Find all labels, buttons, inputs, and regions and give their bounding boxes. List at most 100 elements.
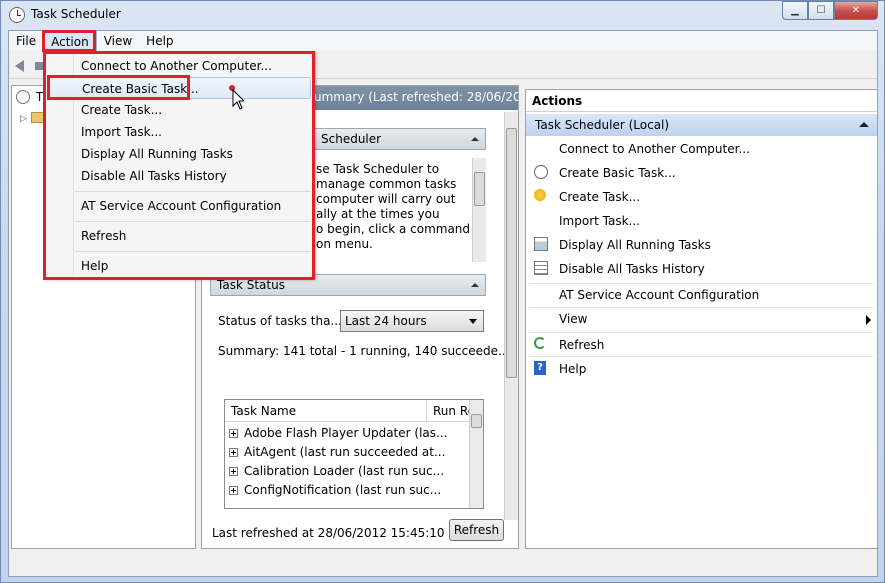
menu-file[interactable]: File xyxy=(9,31,43,51)
action-label: Help xyxy=(559,362,587,376)
action-at-service[interactable]: AT Service Account Configuration xyxy=(526,284,877,306)
menu-item-create-basic-task[interactable]: Create Basic Task... xyxy=(47,77,311,99)
scroll-thumb[interactable] xyxy=(474,172,485,206)
action-label: Import Task... xyxy=(559,214,640,228)
task-name: AitAgent (last run succeeded at... xyxy=(244,445,446,459)
menu-action[interactable]: Action xyxy=(43,31,97,51)
refresh-icon xyxy=(534,337,546,349)
task-name: Adobe Flash Player Updater (las... xyxy=(244,426,448,440)
overview-line: se Task Scheduler to xyxy=(316,162,440,176)
refresh-button[interactable]: Refresh xyxy=(449,519,504,541)
menu-item-at-service[interactable]: AT Service Account Configuration xyxy=(47,195,311,217)
action-display-running[interactable]: Display All Running Tasks xyxy=(526,234,877,256)
column-header-run-result[interactable]: Run Re xyxy=(427,400,471,422)
maximize-button[interactable]: ☐ xyxy=(808,1,834,20)
list-window-icon xyxy=(534,237,548,251)
menu-item-import-task[interactable]: Import Task... xyxy=(47,121,311,143)
menu-item-disable-history[interactable]: Disable All Tasks History xyxy=(47,165,311,187)
action-dropdown-menu: Connect to Another Computer... Create Ba… xyxy=(44,51,314,278)
clock-icon xyxy=(9,7,25,23)
column-header-task-name[interactable]: Task Name xyxy=(225,400,427,422)
table-row[interactable]: Calibration Loader (last run suc... xyxy=(229,464,444,478)
clock-icon xyxy=(16,90,30,104)
action-label: Create Task... xyxy=(559,190,641,204)
status-label: Status of tasks tha... xyxy=(218,314,342,328)
actions-title: Actions xyxy=(526,90,877,112)
overview-line: o begin, click a command xyxy=(316,222,471,236)
menu-separator xyxy=(75,191,311,192)
task-summary: Summary: 141 total - 1 running, 140 succ… xyxy=(218,344,510,358)
menu-item-connect[interactable]: Connect to Another Computer... xyxy=(47,55,311,77)
tree-item-root[interactable]: T xyxy=(16,90,43,104)
separator xyxy=(530,356,873,357)
tree-item-library[interactable]: ▷ xyxy=(20,110,45,124)
close-button[interactable]: ✕ xyxy=(834,1,878,20)
collapse-icon[interactable] xyxy=(471,137,479,141)
menu-view[interactable]: View xyxy=(97,31,139,51)
dropdown-arrow-icon xyxy=(469,319,477,324)
click-marker xyxy=(229,85,235,91)
expand-plus-icon[interactable] xyxy=(229,429,238,438)
menu-item-refresh[interactable]: Refresh xyxy=(47,225,311,247)
table-row[interactable]: Adobe Flash Player Updater (las... xyxy=(229,426,447,440)
overview-scrollbar[interactable] xyxy=(472,158,486,262)
actions-pane: Actions Task Scheduler (Local) Connect t… xyxy=(525,89,878,549)
table-row[interactable]: ConfigNotification (last run suc... xyxy=(229,483,441,497)
task-name: Calibration Loader (last run suc... xyxy=(244,464,445,478)
action-view[interactable]: View xyxy=(526,308,877,330)
action-help[interactable]: ? Help xyxy=(526,358,877,380)
collapse-icon[interactable] xyxy=(471,283,479,287)
task-name: ConfigNotification (last run suc... xyxy=(244,483,442,497)
new-task-icon xyxy=(534,189,546,201)
action-create-basic-task[interactable]: Create Basic Task... xyxy=(526,162,877,184)
overview-line: manage common tasks xyxy=(316,177,457,191)
title-bar: Task Scheduler ▁ ☐ ✕ xyxy=(1,1,884,29)
action-label: Connect to Another Computer... xyxy=(559,142,750,156)
back-arrow-icon[interactable] xyxy=(15,60,24,72)
action-connect[interactable]: Connect to Another Computer... xyxy=(526,138,877,160)
menu-separator xyxy=(75,221,311,222)
minimize-button[interactable]: ▁ xyxy=(782,1,808,20)
action-label: Refresh xyxy=(559,338,605,352)
action-refresh[interactable]: Refresh xyxy=(526,334,877,356)
actions-group-header[interactable]: Task Scheduler (Local) xyxy=(526,114,877,136)
expand-plus-icon[interactable] xyxy=(229,448,238,457)
scroll-thumb[interactable] xyxy=(471,414,482,428)
menu-item-create-task[interactable]: Create Task... xyxy=(47,99,311,121)
status-period-select[interactable]: Last 24 hours xyxy=(340,310,484,332)
help-icon: ? xyxy=(534,361,546,375)
menu-separator xyxy=(75,251,311,252)
window-controls: ▁ ☐ ✕ xyxy=(782,1,878,20)
collapse-icon[interactable] xyxy=(859,122,869,127)
tree-root-label: T xyxy=(35,90,44,104)
action-label: AT Service Account Configuration xyxy=(559,288,760,302)
expand-plus-icon[interactable] xyxy=(229,486,238,495)
cursor-arrow xyxy=(232,88,244,110)
mouse-cursor-icon xyxy=(229,85,244,110)
window-title: Task Scheduler xyxy=(31,7,121,21)
action-label: Disable All Tasks History xyxy=(559,262,705,276)
status-select-value: Last 24 hours xyxy=(345,314,427,328)
submenu-arrow-icon xyxy=(866,315,871,325)
folder-icon xyxy=(30,112,45,123)
actions-group-label: Task Scheduler (Local) xyxy=(535,118,670,132)
menu-bar: File Action View Help xyxy=(9,31,877,51)
separator xyxy=(530,332,873,333)
action-import-task[interactable]: Import Task... xyxy=(526,210,877,232)
table-row[interactable]: AitAgent (last run succeeded at... xyxy=(229,445,445,459)
clock-icon xyxy=(534,165,548,179)
action-label: Create Basic Task... xyxy=(559,166,676,180)
action-disable-history[interactable]: Disable All Tasks History xyxy=(526,258,877,280)
expand-arrow-icon[interactable]: ▷ xyxy=(20,114,27,124)
menu-item-help[interactable]: Help xyxy=(47,255,311,277)
overview-line: computer will carry out xyxy=(316,192,456,206)
task-status-title: Task Status xyxy=(217,278,285,292)
action-create-task[interactable]: Create Task... xyxy=(526,186,877,208)
menu-item-display-running[interactable]: Display All Running Tasks xyxy=(47,143,311,165)
summary-scrollbar[interactable] xyxy=(504,112,518,520)
overview-line: ally at the times you xyxy=(316,207,440,221)
expand-plus-icon[interactable] xyxy=(229,467,238,476)
table-scrollbar[interactable] xyxy=(469,400,483,508)
menu-help[interactable]: Help xyxy=(139,31,180,51)
scroll-thumb[interactable] xyxy=(506,128,517,378)
